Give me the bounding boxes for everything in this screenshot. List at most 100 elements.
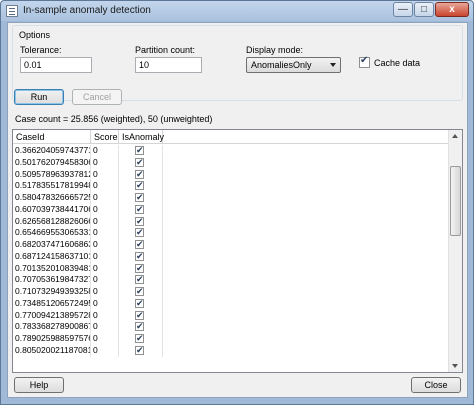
isanomaly-cell: ✔ (119, 286, 163, 298)
partition-count-input[interactable]: 10 (135, 57, 202, 73)
table-row[interactable]: 0.580478326665725 0 ✔ (13, 192, 448, 204)
isanomaly-checkbox[interactable]: ✔ (135, 263, 144, 273)
score-cell: 0 (91, 168, 119, 181)
cache-data-checkbox[interactable]: ✔ (359, 55, 370, 68)
checkmark-icon: ✔ (136, 203, 144, 214)
table-row[interactable]: 0.682037471606863 0 ✔ (13, 239, 448, 251)
column-header-isanomaly[interactable]: IsAnomaly (119, 130, 164, 144)
caseid-cell: 0.682037471606863 (15, 239, 91, 251)
isanomaly-checkbox[interactable]: ✔ (135, 227, 144, 238)
cancel-button[interactable]: Cancel (72, 89, 122, 105)
table-row[interactable]: 0.789025988597576 0 ✔ (13, 333, 448, 345)
table-row[interactable]: 0.707053619847327 0 ✔ (13, 274, 448, 286)
table-row[interactable]: 0.701352010839481 0 ✔ (13, 262, 448, 275)
caseid-cell: 0.626568128826066 (15, 215, 91, 228)
close-window-button[interactable]: x (435, 2, 469, 17)
checkmark-icon: ✔ (136, 227, 144, 238)
isanomaly-cell: ✔ (119, 239, 163, 251)
table-row[interactable]: 0.509578963937812 0 ✔ (13, 168, 448, 181)
scroll-up-icon[interactable] (449, 130, 462, 143)
column-header-score[interactable]: Score (91, 130, 119, 144)
score-cell: 0 (91, 215, 119, 228)
isanomaly-cell: ✔ (119, 203, 163, 216)
run-button[interactable]: Run (14, 89, 64, 105)
caseid-cell: 0.509578963937812 (15, 168, 91, 181)
isanomaly-checkbox[interactable]: ✔ (135, 297, 144, 308)
score-cell: 0 (91, 180, 119, 192)
display-mode-select[interactable]: AnomaliesOnly (246, 57, 341, 73)
score-cell: 0 (91, 227, 119, 239)
column-header-caseid[interactable]: CaseId (13, 130, 91, 144)
checkmark-icon: ✔ (136, 344, 144, 355)
minimize-button[interactable]: — (393, 2, 413, 17)
close-button[interactable]: Close (411, 377, 461, 393)
isanomaly-cell: ✔ (119, 168, 163, 181)
table-row[interactable]: 0.734851206572495 0 ✔ (13, 297, 448, 310)
isanomaly-checkbox[interactable]: ✔ (135, 274, 144, 285)
table-row[interactable]: 0.654669553065331 0 ✔ (13, 227, 448, 239)
score-cell: 0 (91, 145, 119, 157)
score-cell: 0 (91, 344, 119, 357)
isanomaly-checkbox[interactable]: ✔ (135, 216, 144, 226)
app-icon (6, 5, 18, 17)
isanomaly-cell: ✔ (119, 215, 163, 228)
checkmark-icon: ✔ (136, 297, 144, 308)
vertical-scrollbar[interactable] (448, 130, 462, 372)
table-row[interactable]: 0.607039738441706 0 ✔ (13, 203, 448, 216)
isanomaly-checkbox[interactable]: ✔ (135, 344, 144, 355)
isanomaly-checkbox[interactable]: ✔ (135, 251, 144, 261)
score-cell: 0 (91, 192, 119, 204)
table-row[interactable]: 0.710732949393258 0 ✔ (13, 286, 448, 298)
isanomaly-checkbox[interactable]: ✔ (135, 321, 144, 332)
isanomaly-checkbox[interactable]: ✔ (135, 168, 144, 179)
checkmark-icon: ✔ (136, 309, 144, 320)
isanomaly-checkbox[interactable]: ✔ (135, 309, 144, 320)
help-button[interactable]: Help (14, 377, 64, 393)
isanomaly-cell: ✔ (119, 321, 163, 333)
isanomaly-checkbox[interactable]: ✔ (135, 203, 144, 214)
table-row[interactable]: 0.366204059743771 0 ✔ (13, 145, 448, 157)
score-cell: 0 (91, 333, 119, 345)
results-grid[interactable]: CaseId Score IsAnomaly 0.366204059743771… (12, 129, 463, 373)
tolerance-input[interactable]: 0.01 (20, 57, 92, 73)
caseid-cell: 0.517835517819948 (15, 180, 91, 192)
maximize-button[interactable]: □ (414, 2, 434, 17)
caseid-cell: 0.805020021187081 (15, 344, 91, 357)
scroll-down-icon[interactable] (449, 359, 462, 372)
cache-data-label: Cache data (374, 58, 421, 68)
isanomaly-checkbox[interactable]: ✔ (135, 145, 144, 155)
table-row[interactable]: 0.770094213895728 0 ✔ (13, 309, 448, 322)
isanomaly-checkbox[interactable]: ✔ (135, 286, 144, 296)
table-row[interactable]: 0.783368278900867 0 ✔ (13, 321, 448, 333)
checkmark-icon: ✔ (136, 321, 144, 332)
scrollbar-thumb[interactable] (450, 166, 461, 236)
maximize-icon: □ (420, 4, 428, 15)
tolerance-label: Tolerance: (20, 45, 62, 55)
close-icon: x (449, 4, 455, 15)
isanomaly-checkbox[interactable]: ✔ (135, 180, 144, 191)
checkmark-icon: ✔ (136, 274, 144, 285)
table-row[interactable]: 0.501762079458306 0 ✔ (13, 156, 448, 169)
table-row[interactable]: 0.626568128826066 0 ✔ (13, 215, 448, 228)
isanomaly-checkbox[interactable]: ✔ (135, 333, 144, 343)
case-count-status: Case count = 25.856 (weighted), 50 (unwe… (15, 114, 213, 124)
grid-header: CaseId Score IsAnomaly (13, 130, 448, 144)
chevron-down-icon (330, 63, 336, 67)
isanomaly-cell: ✔ (119, 192, 163, 204)
table-row[interactable]: 0.687124158637101 0 ✔ (13, 250, 448, 263)
checkmark-icon: ✔ (136, 168, 144, 179)
score-cell: 0 (91, 156, 119, 169)
table-row[interactable]: 0.805020021187081 0 ✔ (13, 344, 448, 357)
partition-count-label: Partition count: (135, 45, 196, 55)
score-cell: 0 (91, 262, 119, 275)
score-cell: 0 (91, 297, 119, 310)
caption-buttons: — □ x (392, 2, 469, 17)
isanomaly-checkbox[interactable]: ✔ (135, 157, 144, 167)
title-bar[interactable]: In-sample anomaly detection — □ x (1, 1, 473, 21)
isanomaly-cell: ✔ (119, 262, 163, 275)
isanomaly-cell: ✔ (119, 180, 163, 192)
score-cell: 0 (91, 250, 119, 263)
isanomaly-checkbox[interactable]: ✔ (135, 192, 144, 202)
table-row[interactable]: 0.517835517819948 0 ✔ (13, 180, 448, 192)
isanomaly-checkbox[interactable]: ✔ (135, 239, 144, 249)
